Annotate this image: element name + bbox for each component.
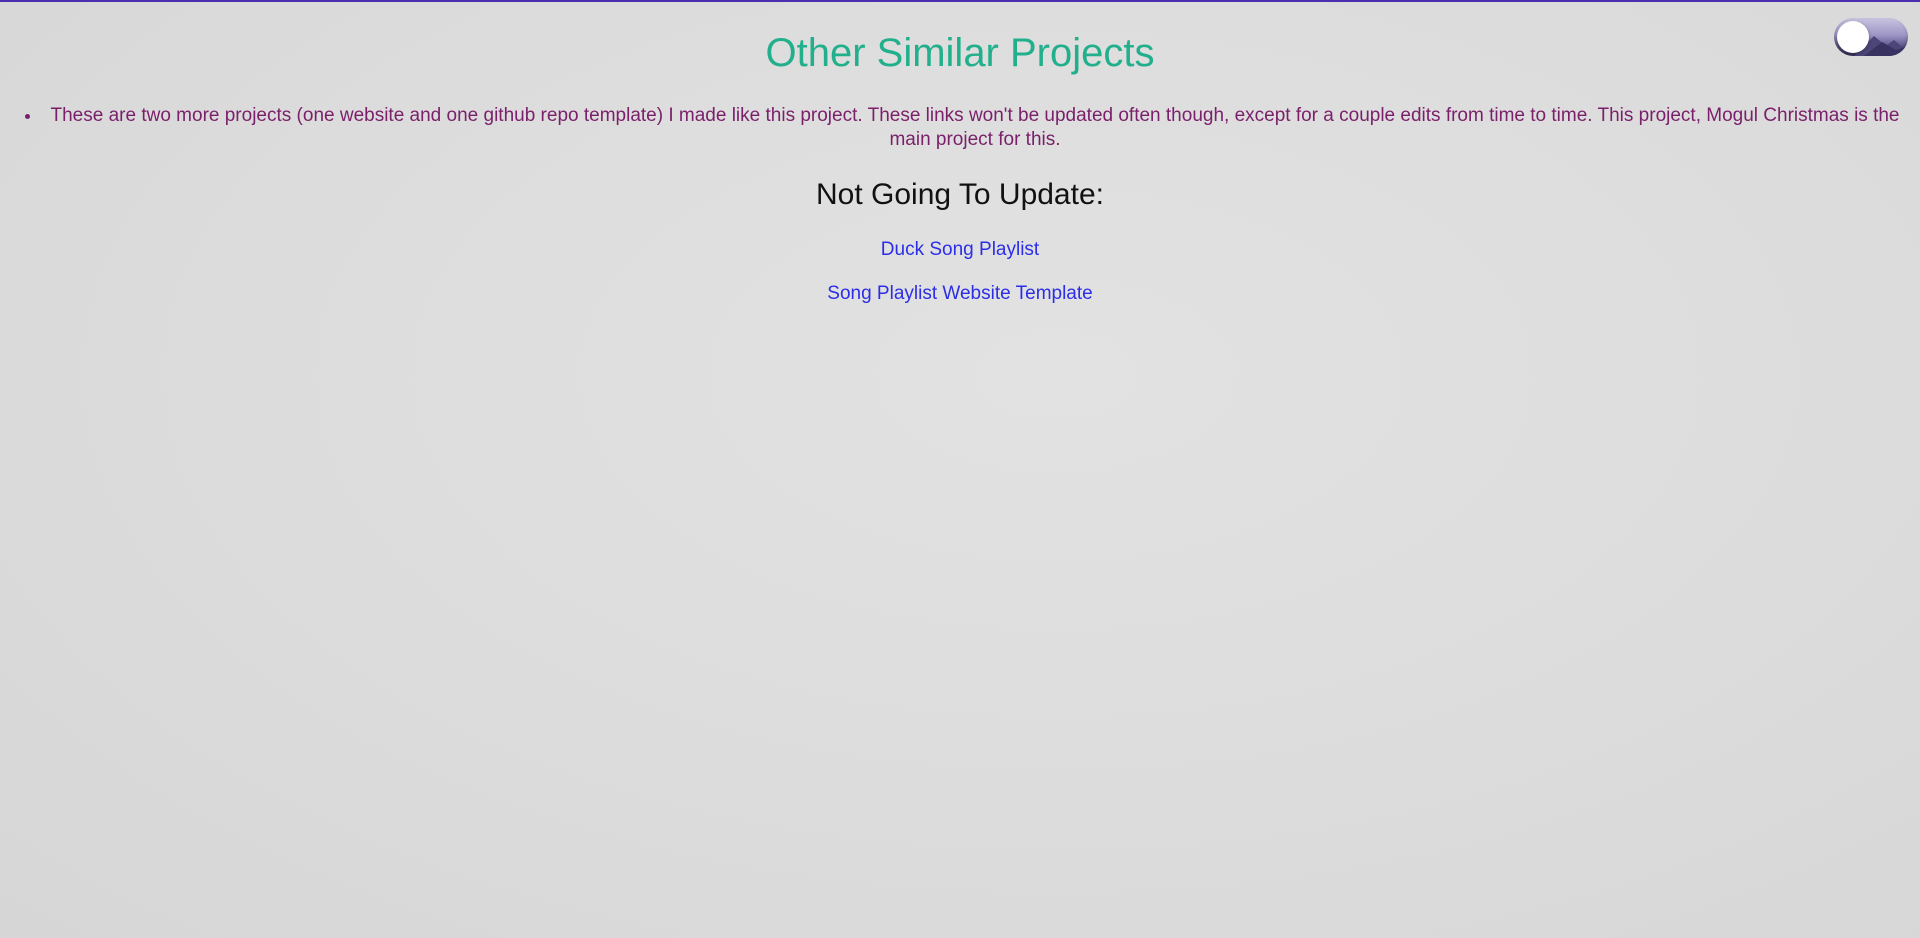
song-playlist-website-template-link[interactable]: Song Playlist Website Template — [827, 283, 1092, 304]
intro-text: These are two more projects (one website… — [42, 104, 1908, 152]
link-row-song-playlist-template: Song Playlist Website Template — [0, 281, 1920, 307]
top-border — [0, 0, 1920, 2]
section-heading: Not Going To Update: — [816, 178, 1104, 211]
link-row-duck-song-playlist: Duck Song Playlist — [0, 237, 1920, 263]
intro-list: These are two more projects (one website… — [0, 104, 1920, 152]
duck-song-playlist-link[interactable]: Duck Song Playlist — [881, 239, 1039, 260]
page-title: Other Similar Projects — [765, 31, 1155, 75]
